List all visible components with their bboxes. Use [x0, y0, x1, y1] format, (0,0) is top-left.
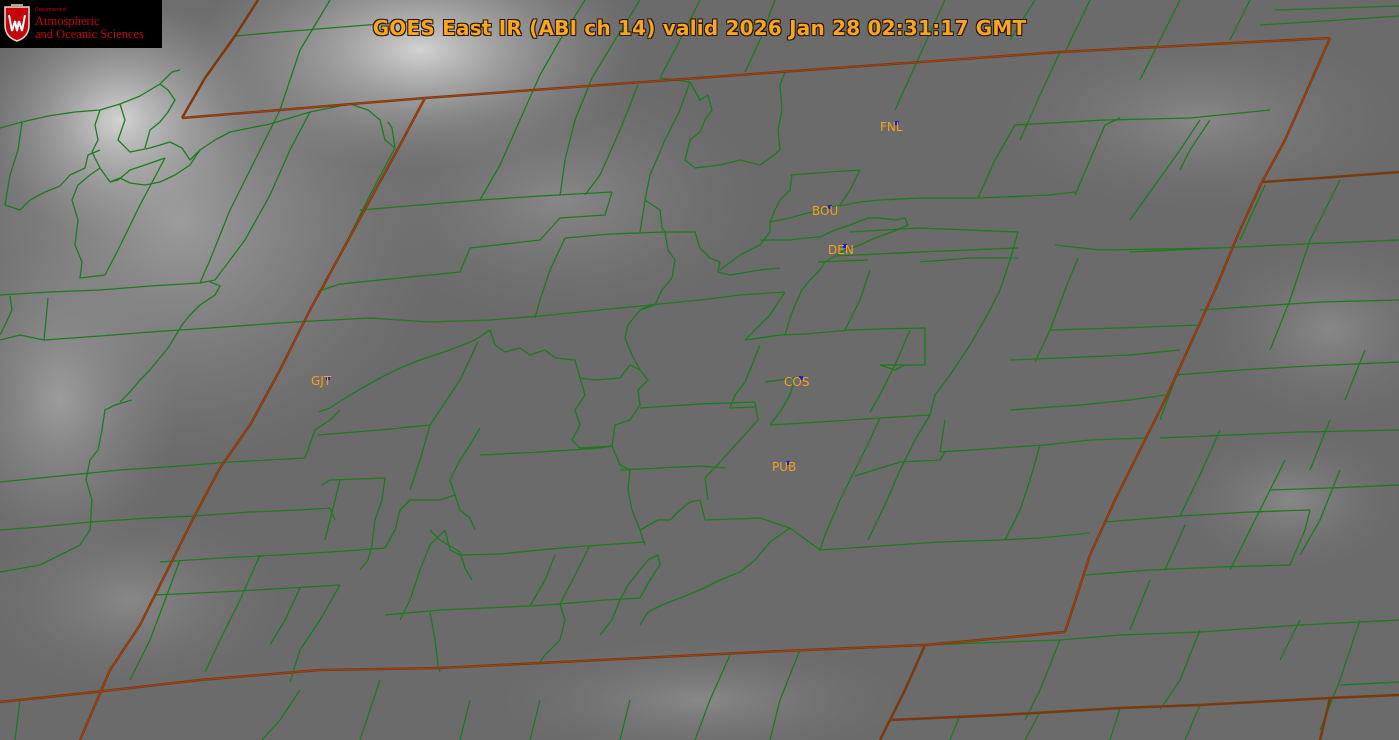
- station-label-gjt: GJT: [311, 374, 332, 388]
- logo-line2: and Oceanic Sciences: [35, 27, 144, 41]
- station-label-den: DEN: [828, 243, 854, 257]
- station-label-fnl: FNL: [880, 120, 903, 134]
- satellite-map: FNL BOU DEN GJT COS PUB GOES East IR (AB…: [0, 0, 1399, 740]
- uw-crest-icon: [4, 4, 30, 42]
- station-label-bou: BOU: [812, 204, 839, 218]
- logo-dept-text: Department of: [35, 7, 67, 13]
- map-canvas: [0, 0, 1399, 740]
- image-title: GOES East IR (ABI ch 14) valid 2026 Jan …: [372, 16, 1027, 40]
- station-label-pub: PUB: [772, 460, 797, 474]
- station-label-cos: COS: [784, 375, 810, 389]
- aos-logo: Department of Atmospheric and Oceanic Sc…: [0, 0, 162, 48]
